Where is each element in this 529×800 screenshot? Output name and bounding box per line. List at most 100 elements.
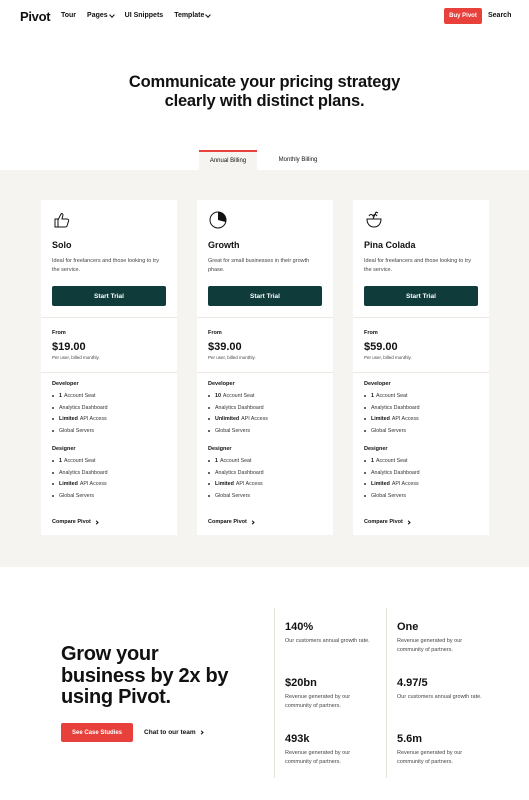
plan-price: $59.00 — [364, 341, 398, 353]
developer-group-title: Developer — [208, 381, 235, 387]
stat-description: Revenue generated by our community of pa… — [285, 750, 351, 765]
stat-value: 5.6m — [397, 733, 423, 745]
feature-label: API Access — [241, 416, 268, 423]
stat-value: One — [397, 621, 419, 633]
feature-emphasis: Limited — [371, 481, 390, 488]
list-item: 1 Account Seat — [208, 458, 251, 464]
search-link[interactable]: Search — [488, 12, 511, 19]
plan-description: Ideal for freelancers and those looking … — [364, 258, 472, 273]
bullet-icon — [364, 494, 366, 497]
feature-label: Global Servers — [59, 427, 95, 434]
nav-ui-snippets-label: UI Snippets — [124, 12, 164, 19]
thumbs-up-icon — [52, 210, 72, 230]
bullet-icon — [364, 418, 366, 421]
feature-emphasis: Limited — [59, 416, 78, 423]
feature-label: Analytics Dashboard — [59, 469, 108, 476]
nav-template[interactable]: Template — [174, 11, 212, 19]
bullet-icon — [364, 395, 366, 397]
bullet-icon — [52, 460, 54, 462]
chevron-right-icon — [94, 519, 99, 525]
start-trial-button[interactable]: Start Trial — [364, 286, 478, 306]
stats-divider — [274, 608, 275, 778]
feature-label: API Access — [391, 481, 419, 488]
feature-emphasis: Unlimited — [215, 416, 240, 423]
divider — [197, 372, 333, 373]
chevron-right-icon — [250, 519, 255, 525]
bullet-icon — [208, 483, 210, 486]
list-item: Global Servers — [52, 428, 94, 434]
stats-divider — [386, 608, 387, 778]
tab-annual-billing[interactable]: Annual Billing — [199, 150, 257, 170]
list-item: Global Servers — [208, 428, 250, 434]
list-item: Analytics Dashboard — [208, 405, 264, 411]
chat-link-label: Chat to our team — [144, 729, 196, 736]
plan-card: Pina Colada Ideal for freelancers and th… — [353, 200, 489, 535]
case-studies-button[interactable]: See Case Studies — [61, 723, 133, 742]
nav-pages-label: Pages — [87, 12, 108, 19]
compare-pivot-link[interactable]: Compare Pivot — [52, 519, 99, 525]
compare-pivot-link[interactable]: Compare Pivot — [208, 519, 255, 525]
top-nav: Pivot Tour Pages UI Snippets Template Bu… — [0, 0, 529, 33]
compare-pivot-link[interactable]: Compare Pivot — [364, 519, 411, 525]
feature-label: Global Servers — [371, 427, 407, 434]
developer-group-title: Developer — [52, 381, 79, 387]
list-item: Analytics Dashboard — [208, 470, 264, 476]
from-label: From — [364, 330, 378, 336]
list-item: 10 Account Seat — [208, 393, 254, 399]
list-item: Limited API Access — [52, 481, 107, 487]
stat-description: Revenue generated by our community of pa… — [397, 750, 463, 765]
designer-group-title: Designer — [364, 446, 388, 452]
logo[interactable]: Pivot — [20, 9, 51, 24]
chevron-down-icon — [108, 11, 115, 18]
feature-label: API Access — [235, 481, 263, 488]
nav-ui-snippets[interactable]: UI Snippets — [125, 12, 164, 19]
bullet-icon — [52, 406, 54, 409]
plan-name: Pina Colada — [364, 240, 416, 250]
list-item: Unlimited API Access — [208, 416, 268, 422]
feature-emphasis: 1 — [371, 458, 374, 464]
feature-label: Account Seat — [222, 393, 255, 399]
feature-label: API Access — [391, 416, 419, 423]
list-item: 1 Account Seat — [364, 393, 407, 399]
coconut-drink-icon — [364, 210, 384, 230]
list-item: Analytics Dashboard — [52, 470, 108, 476]
feature-emphasis: Limited — [215, 481, 234, 488]
feature-label: Global Servers — [215, 427, 251, 434]
grow-heading-line-2: business by 2x by — [61, 664, 229, 687]
plan-price: $19.00 — [52, 341, 86, 353]
title-line-2: clearly with distinct plans. — [164, 92, 365, 110]
bullet-icon — [52, 471, 54, 474]
nav-tour[interactable]: Tour — [61, 12, 76, 19]
stat-description: Our customers annual growth rate. — [397, 694, 482, 700]
nav-pages[interactable]: Pages — [87, 11, 115, 19]
bullet-icon — [52, 494, 54, 497]
plan-name: Solo — [52, 240, 72, 250]
start-trial-button[interactable]: Start Trial — [52, 286, 166, 306]
bullet-icon — [364, 483, 366, 486]
buy-button[interactable]: Buy Pivot — [444, 8, 482, 24]
feature-emphasis: 10 — [215, 393, 221, 399]
start-trial-button[interactable]: Start Trial — [208, 286, 322, 306]
divider — [197, 317, 333, 318]
chat-link[interactable]: Chat to our team — [144, 729, 204, 736]
compare-label: Compare Pivot — [52, 519, 91, 525]
grow-heading: Grow your business by 2x by using Pivot. — [61, 643, 261, 709]
feature-label: Account Seat — [63, 393, 96, 399]
price-note: Per user, billed monthly. — [52, 355, 100, 360]
feature-label: API Access — [79, 481, 107, 488]
list-item: Analytics Dashboard — [52, 405, 108, 411]
feature-label: Analytics Dashboard — [59, 404, 108, 411]
feature-emphasis: 1 — [371, 393, 374, 399]
nav-links: Tour Pages UI Snippets Template — [61, 11, 221, 19]
list-item: Global Servers — [364, 493, 406, 499]
bullet-icon — [364, 471, 366, 474]
chevron-down-icon — [205, 11, 212, 18]
list-item: Limited API Access — [364, 416, 419, 422]
feature-label: Global Servers — [371, 492, 407, 499]
bullet-icon — [364, 460, 366, 462]
tab-monthly-billing[interactable]: Monthly Billing — [257, 150, 339, 170]
list-item: Global Servers — [208, 493, 250, 499]
designer-group-title: Designer — [52, 446, 76, 452]
nav-template-label: Template — [174, 12, 205, 19]
bullet-icon — [208, 406, 210, 409]
